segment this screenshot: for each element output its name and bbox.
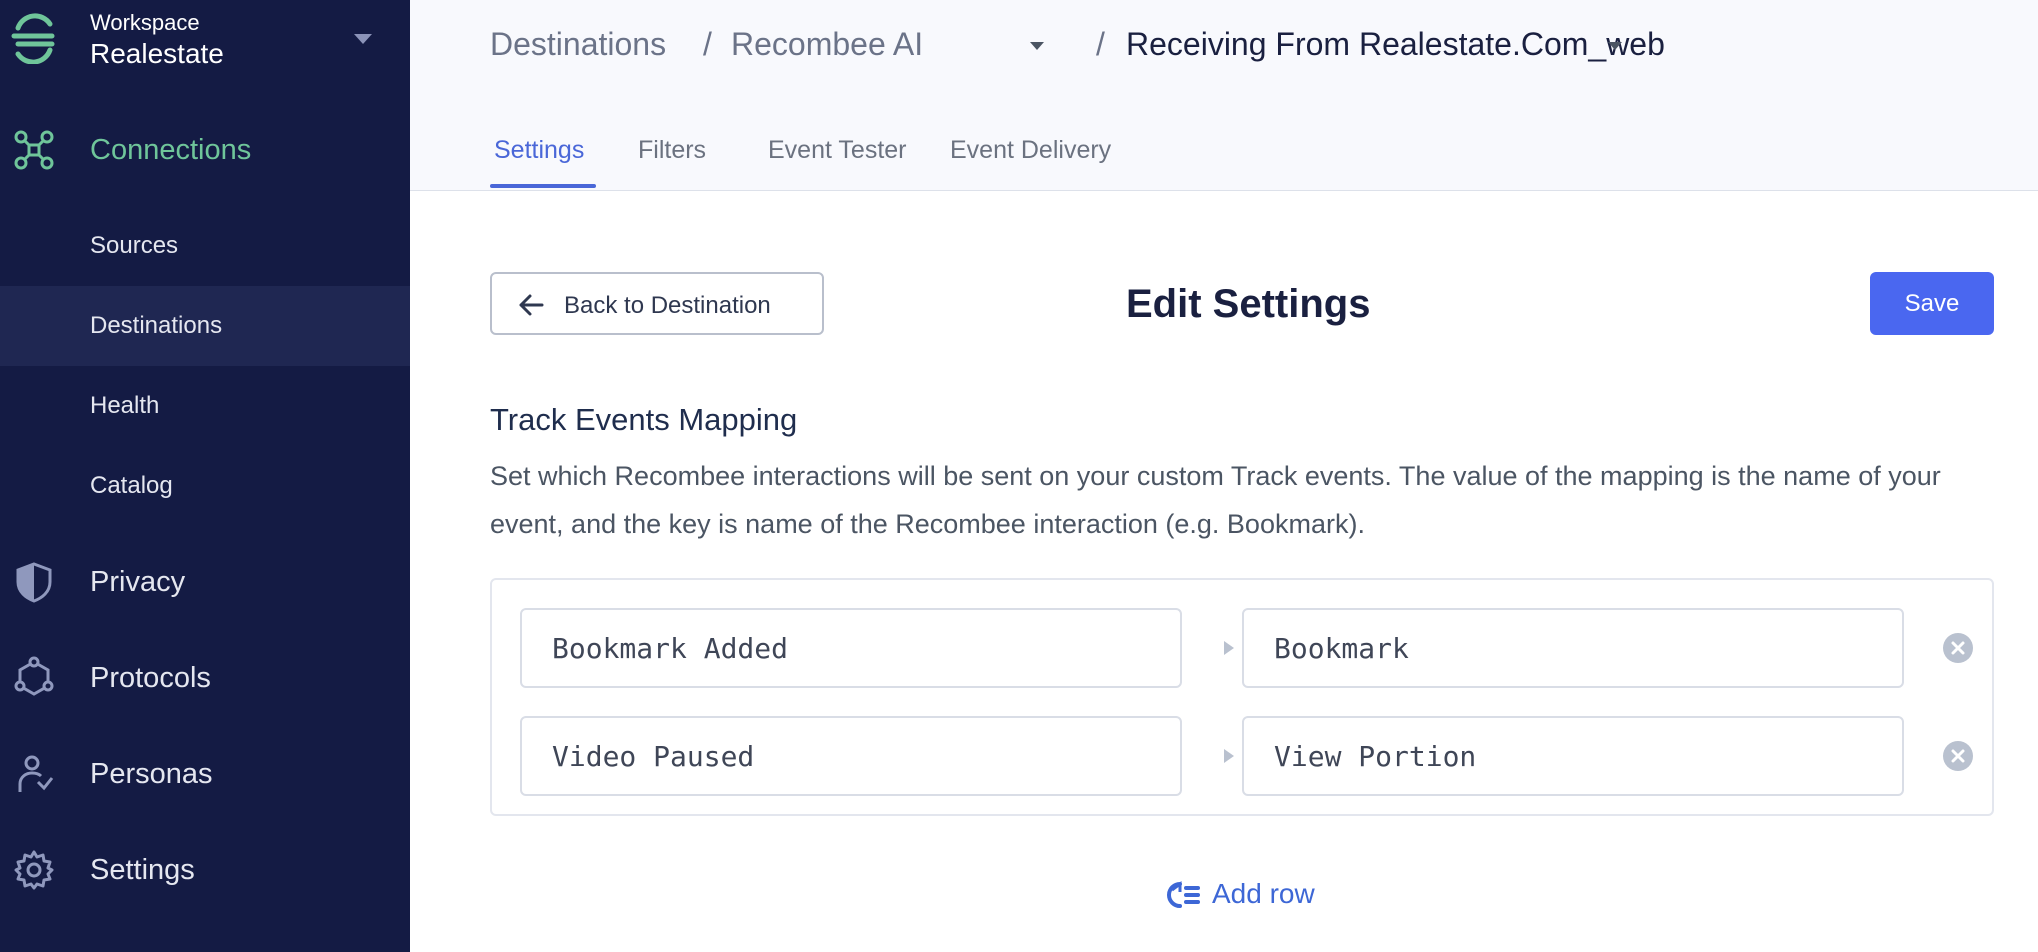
mapping-event-input[interactable]: Bookmark Added <box>520 608 1182 688</box>
back-to-destination-button[interactable]: Back to Destination <box>490 272 824 335</box>
page-header: Destinations / Recombee AI / Receiving F… <box>410 0 2038 191</box>
chevron-down-icon[interactable] <box>1608 42 1622 50</box>
add-row-label: Add row <box>1212 878 1315 909</box>
mapping-event-value: Video Paused <box>552 740 755 773</box>
mapping-row: Bookmark Added Bookmark <box>492 608 1996 688</box>
sidebar-item-label: Health <box>90 392 160 419</box>
mapping-interaction-input[interactable]: View Portion <box>1242 716 1904 796</box>
mapping-event-value: Bookmark Added <box>552 632 789 665</box>
gear-icon <box>14 850 54 890</box>
save-button[interactable]: Save <box>1870 272 1994 335</box>
sidebar-item-destinations[interactable]: Destinations <box>0 286 410 366</box>
mapping-event-input[interactable]: Video Paused <box>520 716 1182 796</box>
workspace-switcher[interactable]: Workspace Realestate <box>0 0 410 84</box>
sidebar-item-label: Protocols <box>90 662 211 694</box>
sidebar-item-health[interactable]: Health <box>0 366 410 446</box>
sidebar-item-settings[interactable]: Settings <box>0 830 410 910</box>
connections-icon <box>14 130 54 170</box>
page-title: Edit Settings <box>1126 282 1371 326</box>
sidebar-item-catalog[interactable]: Catalog <box>0 446 410 526</box>
sidebar-item-label: Personas <box>90 758 213 790</box>
remove-row-icon[interactable] <box>1942 632 1974 664</box>
mapping-interaction-input[interactable]: Bookmark <box>1242 608 1904 688</box>
mapping-interaction-value: View Portion <box>1274 740 1477 773</box>
breadcrumb-recombee[interactable]: Recombee AI <box>731 26 923 63</box>
sidebar-item-label: Privacy <box>90 566 186 598</box>
mapping-table: Bookmark Added Bookmark Video Paused Vie… <box>490 578 1994 816</box>
sidebar: Workspace Realestate Connections Sources… <box>0 0 410 952</box>
arrow-right-icon <box>1224 749 1234 763</box>
sidebar-item-personas[interactable]: Personas <box>0 734 410 814</box>
remove-row-icon[interactable] <box>1942 740 1974 772</box>
tab-filters[interactable]: Filters <box>638 136 706 165</box>
active-tab-indicator <box>490 184 596 188</box>
sidebar-item-label: Destinations <box>90 312 223 339</box>
sidebar-item-label: Connections <box>90 134 252 166</box>
save-button-label: Save <box>1904 290 1960 317</box>
main-content: Back to Destination Edit Settings Save T… <box>410 192 2038 952</box>
arrow-right-icon <box>1224 641 1234 655</box>
tab-event-delivery[interactable]: Event Delivery <box>950 136 1111 165</box>
mapping-row: Video Paused View Portion <box>492 716 1996 796</box>
sidebar-item-protocols[interactable]: Protocols <box>0 638 410 718</box>
section-title: Track Events Mapping <box>490 402 798 437</box>
add-row-icon <box>1167 881 1200 908</box>
breadcrumb-separator: / <box>1096 26 1105 62</box>
section-description: Set which Recombee interactions will be … <box>490 461 1941 539</box>
tab-settings[interactable]: Settings <box>494 136 584 165</box>
personas-icon <box>18 755 54 792</box>
segment-logo-icon <box>11 13 55 64</box>
workspace-label: Workspace <box>90 10 200 35</box>
sidebar-item-privacy[interactable]: Privacy <box>0 542 410 622</box>
sidebar-item-label: Sources <box>90 232 179 259</box>
tab-event-tester[interactable]: Event Tester <box>768 136 907 165</box>
protocols-icon <box>14 656 54 696</box>
mapping-interaction-value: Bookmark <box>1274 632 1409 665</box>
arrow-left-icon <box>519 294 544 316</box>
breadcrumb-separator: / <box>703 26 712 62</box>
sidebar-item-label: Settings <box>90 854 195 886</box>
shield-icon <box>16 562 52 603</box>
breadcrumb-current[interactable]: Receiving From Realestate.Com_web <box>1126 26 1665 63</box>
workspace-name: Realestate <box>90 38 224 69</box>
chevron-down-icon[interactable] <box>354 34 372 44</box>
back-button-label: Back to Destination <box>564 292 771 319</box>
breadcrumb-destinations[interactable]: Destinations <box>490 26 666 63</box>
sidebar-item-sources[interactable]: Sources <box>0 206 410 286</box>
chevron-down-icon[interactable] <box>1030 42 1044 50</box>
sidebar-item-connections[interactable]: Connections <box>0 110 410 190</box>
sidebar-item-label: Catalog <box>90 472 173 499</box>
